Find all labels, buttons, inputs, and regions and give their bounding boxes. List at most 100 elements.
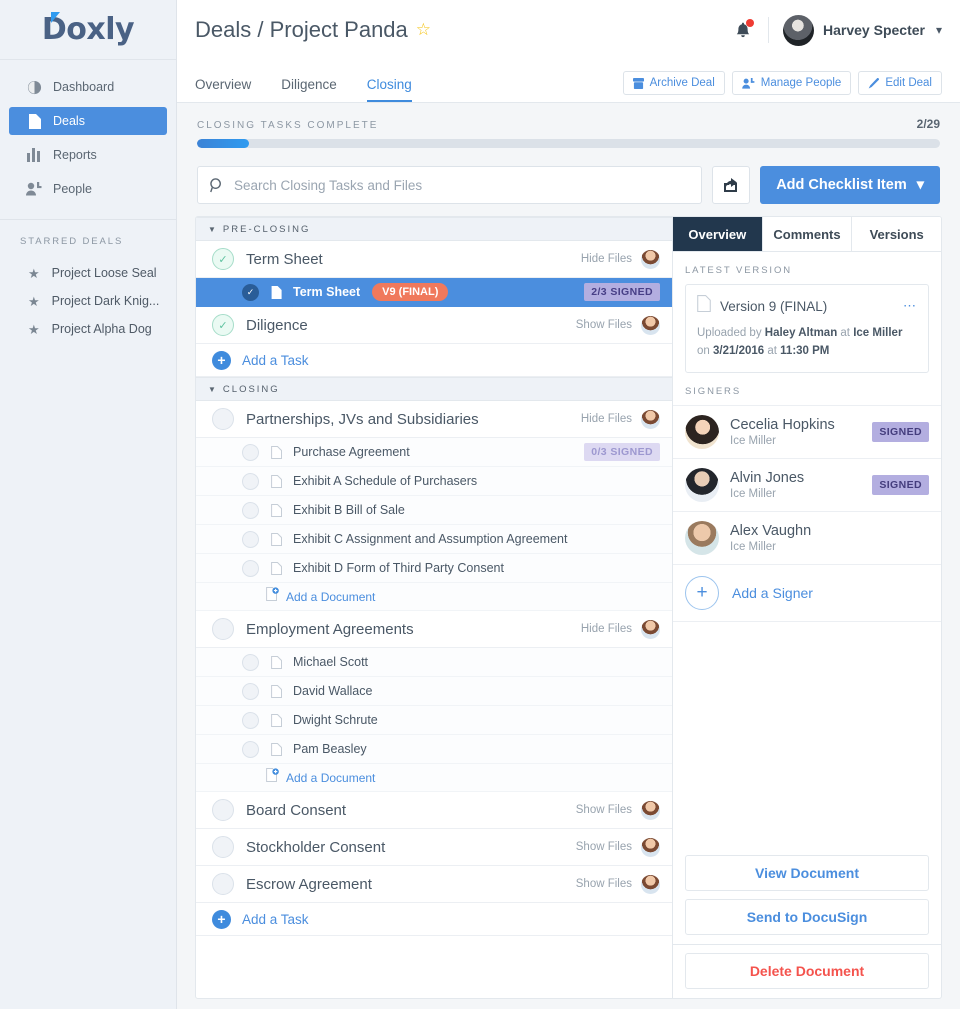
sidebar-item-dashboard[interactable]: Dashboard xyxy=(9,73,167,101)
tab-versions[interactable]: Versions xyxy=(852,217,941,251)
view-document-button[interactable]: View Document xyxy=(685,855,929,891)
avatar[interactable] xyxy=(641,800,660,820)
file-row-selected[interactable]: ✓ Term Sheet V9 (FINAL) 2/3 SIGNED xyxy=(196,278,672,307)
signer-row[interactable]: Cecelia Hopkins Ice Miller SIGNED xyxy=(673,404,941,458)
task-complete-checkbox[interactable] xyxy=(212,618,234,640)
file-complete-checkbox[interactable] xyxy=(242,443,259,461)
task-row[interactable]: Stockholder Consent Show Files xyxy=(196,829,672,866)
task-complete-checkbox[interactable] xyxy=(212,799,234,821)
starred-deal-item[interactable]: ★ Project Dark Knig... xyxy=(0,287,176,315)
edit-deal-button[interactable]: Edit Deal xyxy=(858,71,942,95)
file-complete-checkbox[interactable] xyxy=(242,740,259,758)
avatar[interactable] xyxy=(641,837,660,857)
toggle-files-link[interactable]: Show Files xyxy=(576,804,632,816)
avatar[interactable] xyxy=(641,874,660,894)
avatar[interactable] xyxy=(641,249,660,269)
signer-row[interactable]: Alvin Jones Ice Miller SIGNED xyxy=(673,457,941,511)
avatar[interactable] xyxy=(641,315,660,335)
share-button[interactable] xyxy=(712,166,751,204)
add-task-button[interactable]: + Add a Task xyxy=(196,344,672,377)
file-complete-checkbox[interactable] xyxy=(242,711,259,729)
section-header-closing[interactable]: ▼ CLOSING xyxy=(196,377,672,401)
file-row[interactable]: Pam Beasley xyxy=(196,735,672,764)
toggle-files-link[interactable]: Hide Files xyxy=(581,253,632,265)
task-complete-checkbox[interactable]: ✓ xyxy=(212,248,234,270)
add-task-button[interactable]: + Add a Task xyxy=(196,903,672,936)
task-complete-checkbox[interactable] xyxy=(212,836,234,858)
file-row[interactable]: Dwight Schrute xyxy=(196,706,672,735)
sidebar-item-deals[interactable]: Deals xyxy=(9,107,167,135)
task-row[interactable]: ✓ Term Sheet Hide Files xyxy=(196,241,672,278)
people-icon xyxy=(26,182,42,196)
toggle-files-link[interactable]: Show Files xyxy=(576,319,632,331)
more-options-icon[interactable]: ⋯ xyxy=(903,298,917,314)
toggle-files-link[interactable]: Hide Files xyxy=(581,413,632,425)
file-complete-checkbox[interactable] xyxy=(242,501,259,519)
file-row[interactable]: Exhibit B Bill of Sale xyxy=(196,496,672,525)
add-checklist-item-button[interactable]: Add Checklist Item ▾ xyxy=(760,166,940,204)
file-row[interactable]: Exhibit A Schedule of Purchasers xyxy=(196,467,672,496)
file-row[interactable]: Exhibit C Assignment and Assumption Agre… xyxy=(196,525,672,554)
upload-time: 11:30 PM xyxy=(780,344,830,357)
add-signer-button[interactable]: + Add a Signer xyxy=(673,563,941,621)
avatar[interactable] xyxy=(783,14,815,46)
document-icon xyxy=(271,532,282,546)
section-header-pre-closing[interactable]: ▼ PRE-CLOSING xyxy=(196,217,672,241)
tab-overview[interactable]: Overview xyxy=(195,77,251,102)
starred-deal-item[interactable]: ★ Project Loose Seal xyxy=(0,259,176,287)
file-row[interactable]: Michael Scott xyxy=(196,648,672,677)
manage-people-button[interactable]: Manage People xyxy=(731,71,852,95)
file-complete-checkbox[interactable] xyxy=(242,653,259,671)
tab-overview[interactable]: Overview xyxy=(673,217,763,251)
add-document-button[interactable]: Add a Document xyxy=(196,583,672,611)
favorite-star-icon[interactable]: ☆ xyxy=(416,20,431,40)
sidebar-item-people[interactable]: People xyxy=(9,175,167,203)
file-row[interactable]: Purchase Agreement 0/3 SIGNED xyxy=(196,438,672,467)
toggle-files-link[interactable]: Hide Files xyxy=(581,623,632,635)
file-complete-checkbox[interactable] xyxy=(242,559,259,577)
archive-deal-button[interactable]: Archive Deal xyxy=(622,71,725,95)
task-row[interactable]: Employment Agreements Hide Files xyxy=(196,611,672,648)
toggle-files-link[interactable]: Show Files xyxy=(576,841,632,853)
task-complete-checkbox[interactable] xyxy=(212,873,234,895)
signer-row[interactable]: Alex Vaughn Ice Miller xyxy=(673,510,941,564)
task-name: Term Sheet xyxy=(246,250,323,268)
tab-diligence[interactable]: Diligence xyxy=(281,77,337,102)
add-document-button[interactable]: Add a Document xyxy=(196,764,672,792)
tab-closing[interactable]: Closing xyxy=(366,77,412,102)
chevron-down-icon[interactable]: ▾ xyxy=(936,23,942,37)
task-row[interactable]: ✓ Diligence Show Files xyxy=(196,307,672,344)
task-row[interactable]: Escrow Agreement Show Files xyxy=(196,866,672,903)
sidebar-item-reports[interactable]: Reports xyxy=(9,141,167,169)
on-word: on xyxy=(697,344,713,357)
toggle-files-link[interactable]: Show Files xyxy=(576,878,632,890)
avatar[interactable] xyxy=(641,409,660,429)
search-input[interactable] xyxy=(234,177,690,193)
latest-version-card[interactable]: Version 9 (FINAL) ⋯ Uploaded by Haley Al… xyxy=(685,284,929,373)
task-row[interactable]: Board Consent Show Files xyxy=(196,792,672,829)
avatar[interactable] xyxy=(641,619,660,639)
document-icon xyxy=(697,295,711,317)
logo[interactable]: Doxly xyxy=(0,0,176,60)
document-icon xyxy=(271,474,282,488)
starred-deal-item[interactable]: ★ Project Alpha Dog xyxy=(0,315,176,343)
checklist-scroll[interactable]: ▼ PRE-CLOSING ✓ Term Sheet Hide Files ✓ … xyxy=(196,217,672,998)
file-complete-checkbox[interactable]: ✓ xyxy=(242,283,259,301)
tab-comments[interactable]: Comments xyxy=(762,217,853,251)
task-complete-checkbox[interactable] xyxy=(212,408,234,430)
file-row[interactable]: Exhibit D Form of Third Party Consent xyxy=(196,554,672,583)
app-root: Doxly Dashboard Deals Reports People STA… xyxy=(0,0,960,1009)
task-complete-checkbox[interactable]: ✓ xyxy=(212,314,234,336)
file-complete-checkbox[interactable] xyxy=(242,530,259,548)
starred-deal-label: Project Dark Knig... xyxy=(51,294,160,308)
version-badge: V9 (FINAL) xyxy=(372,283,449,301)
send-to-docusign-button[interactable]: Send to DocuSign xyxy=(685,899,929,935)
file-complete-checkbox[interactable] xyxy=(242,472,259,490)
task-row[interactable]: Partnerships, JVs and Subsidiaries Hide … xyxy=(196,401,672,438)
file-complete-checkbox[interactable] xyxy=(242,682,259,700)
search-box[interactable] xyxy=(197,166,703,204)
file-row[interactable]: David Wallace xyxy=(196,677,672,706)
signer-firm: Ice Miller xyxy=(730,540,777,553)
notifications-button[interactable] xyxy=(732,18,755,42)
delete-document-button[interactable]: Delete Document xyxy=(685,953,929,989)
